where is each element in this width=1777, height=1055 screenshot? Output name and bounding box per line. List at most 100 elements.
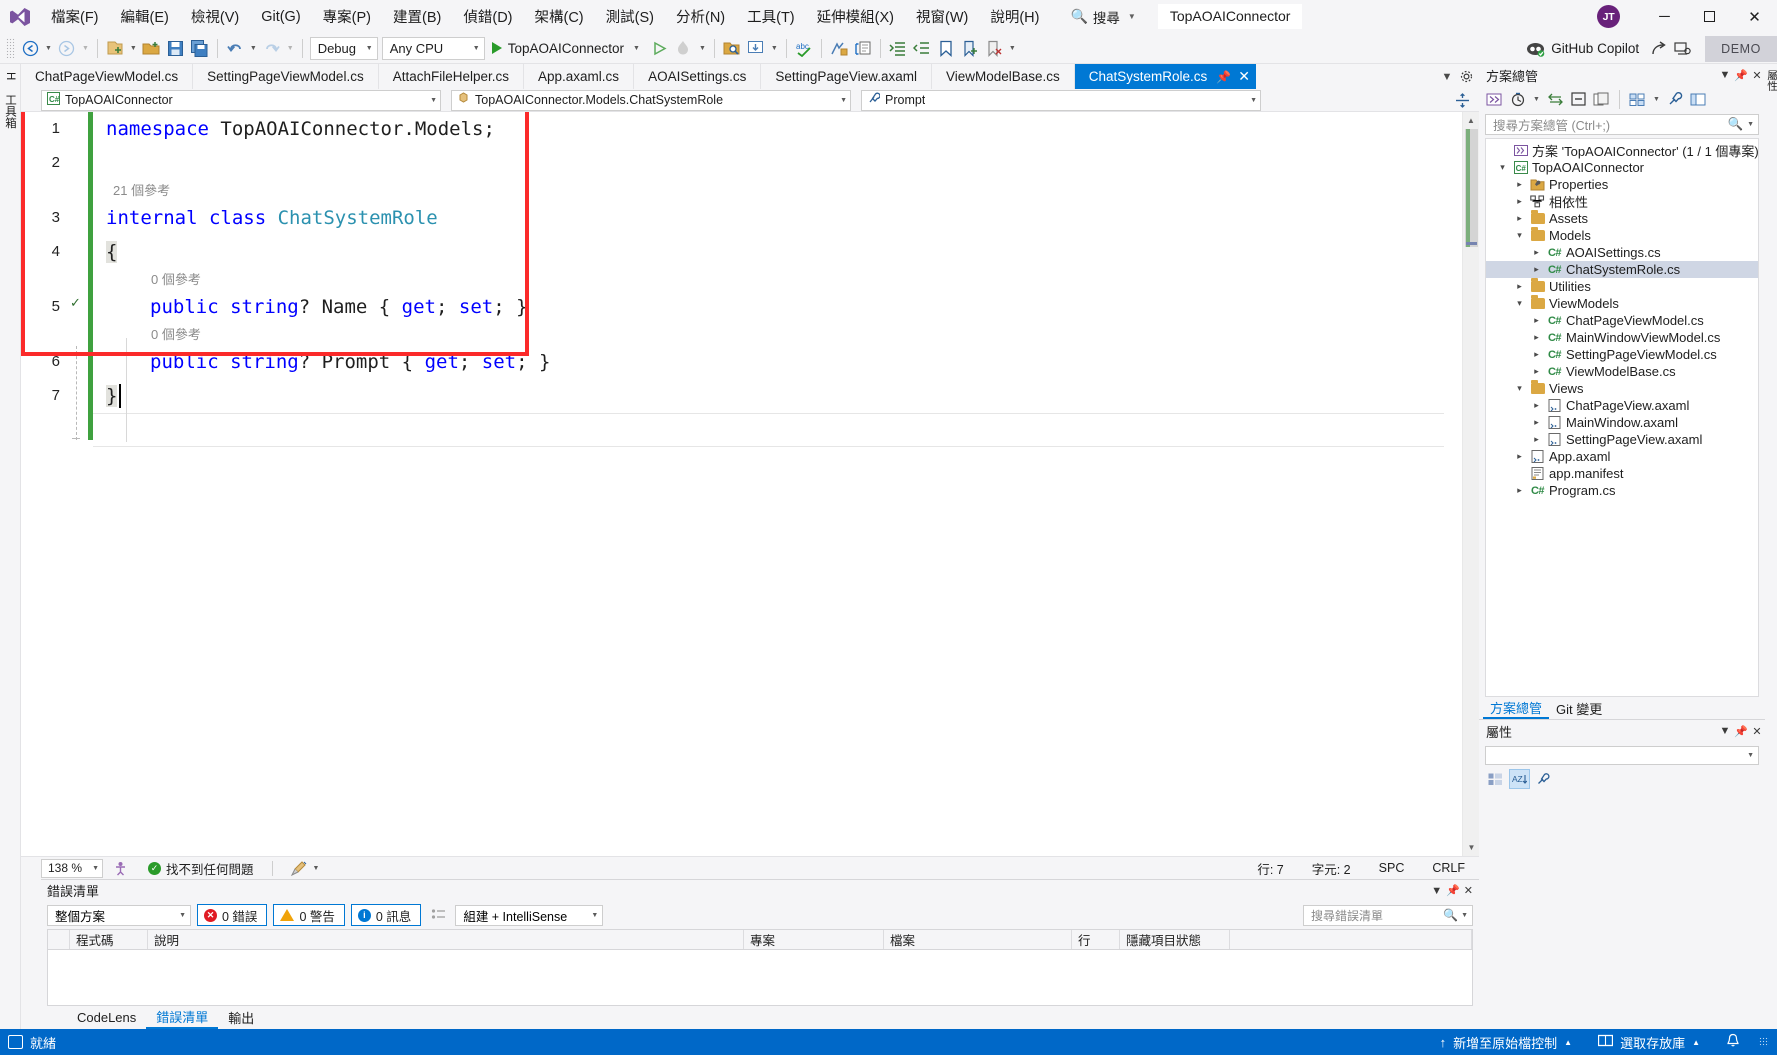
se-properties-view-button[interactable] (1627, 89, 1648, 110)
bookmarks-caret-icon[interactable]: ▼ (1006, 45, 1019, 52)
dock-tab-git-changes[interactable]: Git 變更 (1549, 697, 1609, 719)
menu-test[interactable]: 測試(S) (595, 0, 665, 33)
categorized-view-button[interactable] (1485, 769, 1506, 789)
tab-output[interactable]: 輸出 (218, 1006, 264, 1029)
menu-analyze[interactable]: 分析(N) (665, 0, 736, 33)
panel-pin-icon[interactable]: 📌 (1446, 884, 1460, 897)
tree-item-project[interactable]: ▾ C# TopAOAIConnector (1486, 159, 1758, 176)
alphabetical-view-button[interactable]: AZ (1509, 769, 1530, 789)
navbar-project-combo[interactable]: C# TopAOAIConnector ▼ (41, 89, 441, 111)
scroll-down-arrow-icon[interactable]: ▼ (1463, 839, 1480, 856)
tab-codelens[interactable]: CodeLens (67, 1006, 146, 1029)
tab-error-list[interactable]: 錯誤清單 (146, 1006, 219, 1029)
tree-item-mainwindow-axaml[interactable]: ▸ MainWindow.axaml (1486, 414, 1758, 431)
properties-grid[interactable] (1479, 791, 1765, 1029)
add-to-source-control-button[interactable]: ↑ 新增至原始檔控制 ▲ (1427, 1033, 1585, 1052)
tree-item-utilities[interactable]: ▸ Utilities (1486, 278, 1758, 295)
search-icon[interactable]: 🔍 (1443, 908, 1458, 922)
save-button[interactable] (164, 36, 188, 61)
tab-chatpageviewmodel[interactable]: ChatPageViewModel.cs (21, 64, 194, 89)
spaces-indicator[interactable]: SPC (1365, 861, 1419, 875)
expander-closed-icon[interactable]: ▸ (1511, 213, 1528, 224)
resize-grip[interactable] (1759, 1037, 1769, 1047)
back-dropdown-caret-icon[interactable]: ▼ (42, 45, 55, 52)
panel-close-icon[interactable]: ✕ (1749, 725, 1765, 738)
expander-closed-icon[interactable]: ▸ (1528, 247, 1545, 258)
code-text-area[interactable]: namespace TopAOAIConnector.Models; 21 個參… (93, 112, 1462, 856)
show-all-files-button[interactable] (744, 36, 768, 61)
expander-closed-icon[interactable]: ▸ (1511, 179, 1528, 190)
sync-with-active-document-button[interactable] (1545, 89, 1566, 110)
panel-drag-dots[interactable] (1544, 74, 1711, 76)
bookmark-button[interactable] (934, 36, 958, 61)
solution-configuration-combo[interactable]: Debug ▼ (309, 36, 378, 60)
hot-reload-caret-icon[interactable]: ▼ (696, 45, 709, 52)
pin-icon[interactable]: 📌 (1216, 70, 1231, 84)
expander-open-icon[interactable]: ▾ (1511, 383, 1528, 394)
select-repository-button[interactable]: 選取存放庫 ▲ (1585, 1033, 1713, 1052)
code-cleanup-button[interactable]: ▼ (281, 860, 330, 876)
panel-drag-dots[interactable] (107, 890, 1424, 891)
tree-item-models[interactable]: ▾ Models (1486, 227, 1758, 244)
tab-app-axaml-cs[interactable]: App.axaml.cs (524, 64, 635, 89)
navbar-member-combo[interactable]: Prompt ▼ (861, 89, 1261, 111)
gear-icon[interactable] (1457, 66, 1475, 88)
decrease-indent-button[interactable] (910, 36, 934, 61)
panel-pin-icon[interactable]: 📌 (1733, 725, 1749, 738)
tree-item-settingpageview-axaml[interactable]: ▸ SettingPageView.axaml (1486, 431, 1758, 448)
tree-item-settingpageviewmodel[interactable]: ▸ C# SettingPageViewModel.cs (1486, 346, 1758, 363)
scope-combo[interactable]: 整個方案 ▼ (47, 904, 191, 926)
solution-explorer-home-button[interactable] (1484, 89, 1505, 110)
properties-view-button[interactable] (1533, 769, 1554, 789)
panel-dropdown-icon[interactable]: ▼ (1431, 885, 1442, 897)
chevron-down-icon[interactable]: ▼ (1461, 912, 1468, 919)
undo-caret-icon[interactable]: ▼ (247, 45, 260, 52)
solution-explorer-tree[interactable]: 方案 'TopAOAIConnector' (1 / 1 個專案) ▾ C# T… (1485, 138, 1759, 697)
menu-file[interactable]: 檔案(F) (40, 0, 110, 33)
pending-changes-filter-button[interactable] (1507, 89, 1528, 110)
tree-item-chatsystemrole[interactable]: ▸ C# ChatSystemRole.cs (1486, 261, 1758, 278)
menu-window[interactable]: 視窗(W) (905, 0, 979, 33)
expander-closed-icon[interactable]: ▸ (1528, 332, 1545, 343)
col-code[interactable]: 程式碼 (70, 930, 148, 949)
code-surface[interactable]: 1 2 3 4 5 6 7 ✓ namespace TopAOAIConnect… (21, 112, 1462, 856)
navigate-forward-button[interactable] (55, 36, 79, 61)
new-project-caret-icon[interactable]: ▼ (127, 45, 140, 52)
expander-closed-icon[interactable]: ▸ (1511, 196, 1528, 207)
filter-caret-icon[interactable]: ▼ (1530, 96, 1543, 103)
scroll-up-arrow-icon[interactable]: ▲ (1463, 112, 1479, 129)
scrollbar-thumb[interactable] (1465, 129, 1478, 247)
expander-closed-icon[interactable]: ▸ (1528, 400, 1545, 411)
panel-dropdown-icon[interactable]: ▼ (1717, 69, 1733, 81)
col-file[interactable]: 檔案 (884, 930, 1072, 949)
dock-tab-solution-explorer[interactable]: 方案總管 (1483, 697, 1550, 719)
solution-explorer-search-input[interactable]: 搜尋方案總管 (Ctrl+;) 🔍 ▼ (1485, 114, 1759, 135)
collapse-all-button[interactable] (1568, 89, 1589, 110)
tree-item-mainwindowviewmodel[interactable]: ▸ C# MainWindowViewModel.cs (1486, 329, 1758, 346)
properties-object-combo[interactable]: ▼ (1485, 746, 1759, 765)
menu-build[interactable]: 建置(B) (382, 0, 452, 33)
panel-close-icon[interactable]: ✕ (1749, 69, 1765, 82)
save-all-button[interactable] (188, 36, 212, 61)
tree-item-program-cs[interactable]: ▸ C# Program.cs (1486, 482, 1758, 499)
accessibility-indicator[interactable] (103, 861, 138, 876)
go-to-definition-button[interactable] (827, 36, 851, 61)
tree-item-dependencies[interactable]: ▸ 相依性 (1486, 193, 1758, 210)
open-file-button[interactable] (140, 36, 164, 61)
expander-closed-icon[interactable]: ▸ (1528, 264, 1545, 275)
build-intellisense-combo[interactable]: 組建 + IntelliSense ▼ (455, 904, 604, 926)
avatar[interactable]: JT (1597, 5, 1620, 28)
messages-filter-button[interactable]: i 0 訊息 (350, 904, 422, 926)
codelens-references-prompt[interactable]: 0 個參考 (93, 324, 1462, 345)
toggle-bookmark-button[interactable] (958, 36, 982, 61)
menu-view[interactable]: 檢視(V) (180, 0, 250, 33)
hot-reload-button[interactable] (672, 36, 696, 61)
codelens-references-class[interactable]: 21 個參考 (93, 180, 1462, 201)
menu-debug[interactable]: 偵錯(D) (452, 0, 523, 33)
tree-item-chatpageviewmodel[interactable]: ▸ C# ChatPageViewModel.cs (1486, 312, 1758, 329)
close-icon[interactable]: ✕ (1238, 68, 1250, 85)
clear-bookmarks-button[interactable] (982, 36, 1006, 61)
undo-button[interactable] (223, 36, 247, 61)
tree-item-assets[interactable]: ▸ Assets (1486, 210, 1758, 227)
error-list-search-input[interactable]: 搜尋錯誤清單 🔍 ▼ (1303, 904, 1473, 926)
